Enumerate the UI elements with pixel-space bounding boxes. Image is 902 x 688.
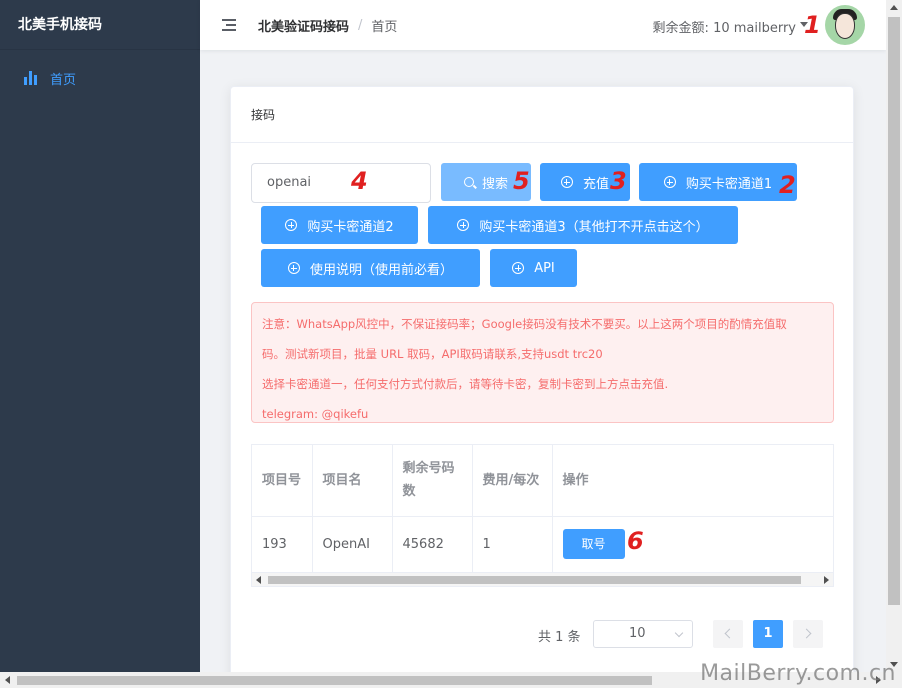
column-header-action: 操作 xyxy=(552,445,833,517)
annotation-marker-6: 6 xyxy=(627,527,644,555)
sidebar-item-home[interactable]: 首页 xyxy=(0,50,200,106)
balance-label: 剩余金额: xyxy=(652,21,709,36)
bar-chart-icon xyxy=(24,71,40,85)
plus-circle-icon xyxy=(287,262,300,274)
avatar[interactable] xyxy=(825,5,865,45)
scrollbar-thumb[interactable] xyxy=(17,676,652,685)
cell-name: OpenAI xyxy=(312,516,393,573)
plus-circle-icon xyxy=(663,176,676,188)
notice-line: 注意：WhatsApp风控中，不保证接码率；Google接码没有技术不要买。以上… xyxy=(262,317,787,331)
cell-fee: 1 xyxy=(472,516,553,573)
buy-channel-1-button[interactable]: 购买卡密通道1 xyxy=(639,163,797,201)
prev-page-button[interactable] xyxy=(713,620,743,648)
breadcrumb-current: 首页 xyxy=(371,19,398,35)
notice-line: 选择卡密通道一，任何支付方式付款后，请等待卡密，复制卡密到上方点击充值. xyxy=(262,377,669,391)
navbar: 北美验证码接码 / 首页 剩余金额: 10 mailberry 1 xyxy=(200,0,886,50)
api-button[interactable]: API xyxy=(490,249,577,287)
plus-circle-icon xyxy=(457,219,470,231)
recharge-button-label: 充值 xyxy=(582,176,609,192)
scrollbar-thumb[interactable] xyxy=(888,17,900,605)
next-page-button[interactable] xyxy=(793,620,823,648)
page-size-select[interactable]: 10 xyxy=(593,620,693,648)
pagination: 共 1 条 10 1 xyxy=(231,620,855,648)
column-header-remaining: 剩余号码数 xyxy=(392,445,473,517)
buy-channel-1-label: 购买卡密通道1 xyxy=(685,176,773,192)
cell-remaining: 45682 xyxy=(392,516,473,573)
notice-alert: 注意：WhatsApp风控中，不保证接码率；Google接码没有技术不要买。以上… xyxy=(251,302,834,423)
main-area: 北美验证码接码 / 首页 剩余金额: 10 mailberry 1 接码 ope… xyxy=(200,0,886,686)
column-header-fee: 费用/每次 xyxy=(472,445,553,517)
card-title: 接码 xyxy=(231,87,853,143)
table-horizontal-scrollbar[interactable] xyxy=(252,572,833,586)
code-card: 接码 openai 4 搜索 5 充值 3 购买卡密通道1 2 购买卡密通道2 … xyxy=(230,86,854,686)
buy-channel-3-label: 购买卡密通道3（其他打不开点击这个） xyxy=(479,219,709,235)
pagination-total: 共 1 条 xyxy=(538,630,581,645)
plus-circle-icon xyxy=(512,262,525,274)
annotation-marker-3: 3 xyxy=(610,167,627,195)
notice-line: telegram: @qikefu xyxy=(262,407,369,421)
balance-value: 10 mailberry xyxy=(713,21,796,36)
scrollbar-thumb[interactable] xyxy=(268,576,801,584)
column-header-name: 项目名 xyxy=(312,445,393,517)
api-button-label: API xyxy=(534,260,555,276)
sidebar: 北美手机接码 首页 xyxy=(0,0,200,688)
search-button-label: 搜索 xyxy=(481,176,508,192)
projects-table: 项目号 项目名 剩余号码数 费用/每次 操作 193 OpenAI 45682 … xyxy=(251,444,834,587)
annotation-marker-2: 2 xyxy=(779,171,796,199)
hamburger-icon[interactable] xyxy=(222,19,238,31)
instructions-button-label: 使用说明（使用前必看） xyxy=(309,262,453,278)
scroll-left-icon[interactable] xyxy=(5,676,10,684)
scroll-right-icon[interactable] xyxy=(824,576,829,584)
annotation-marker-4: 4 xyxy=(351,167,368,195)
page-vertical-scrollbar[interactable] xyxy=(886,0,902,672)
page-number-button[interactable]: 1 xyxy=(753,620,783,648)
balance-display: 剩余金额: 10 mailberry xyxy=(653,17,796,36)
table-header-row: 项目号 项目名 剩余号码数 费用/每次 操作 xyxy=(252,445,833,517)
page-size-value: 10 xyxy=(629,626,646,641)
buy-channel-2-button[interactable]: 购买卡密通道2 xyxy=(261,206,418,244)
cell-id: 193 xyxy=(252,516,313,573)
sidebar-item-label: 首页 xyxy=(50,72,77,88)
breadcrumb-home[interactable]: 北美验证码接码 xyxy=(258,16,349,35)
brand-title: 北美手机接码 xyxy=(0,0,200,50)
buy-channel-2-label: 购买卡密通道2 xyxy=(307,219,394,235)
search-input[interactable]: openai xyxy=(251,163,431,203)
table-row: 193 OpenAI 45682 1 取号 xyxy=(252,516,833,573)
search-icon xyxy=(463,177,474,187)
take-number-button[interactable]: 取号 xyxy=(562,529,625,559)
annotation-marker-1: 1 xyxy=(804,11,821,39)
column-header-id: 项目号 xyxy=(252,445,313,517)
instructions-button[interactable]: 使用说明（使用前必看） xyxy=(261,249,480,287)
notice-line: 码。测试新项目，批量 URL 取码，API取码请联系,支持usdt trc20 xyxy=(262,347,603,361)
plus-circle-icon xyxy=(560,176,573,188)
chevron-down-icon xyxy=(674,628,684,638)
cell-action: 取号 xyxy=(552,516,833,573)
scroll-left-icon[interactable] xyxy=(256,576,261,584)
breadcrumb-separator: / xyxy=(358,17,363,33)
plus-circle-icon xyxy=(285,219,298,231)
scroll-up-icon[interactable] xyxy=(890,5,898,10)
watermark: MailBerry.com.cn xyxy=(700,661,896,686)
annotation-marker-5: 5 xyxy=(513,167,530,195)
buy-channel-3-button[interactable]: 购买卡密通道3（其他打不开点击这个） xyxy=(428,206,738,244)
